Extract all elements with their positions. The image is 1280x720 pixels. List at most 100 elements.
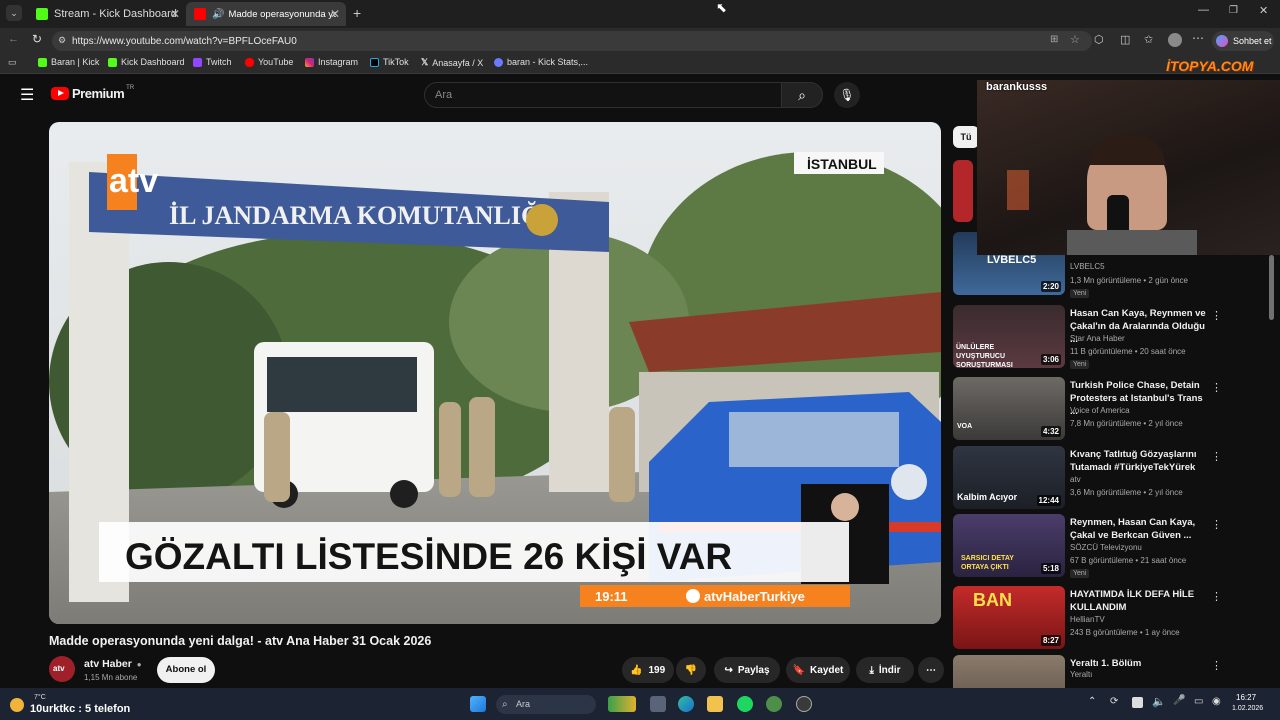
obs-icon[interactable] [796, 696, 812, 712]
channel-name[interactable]: SÖZCÜ Televizyonu [1070, 543, 1142, 552]
tab-youtube-video[interactable]: 🔊 Madde operasyonunda yeni dalga ✕ [186, 2, 346, 26]
new-tab-icon[interactable]: + [353, 5, 361, 21]
file-explorer-icon[interactable] [707, 696, 723, 712]
split-screen-icon[interactable]: ◫ [1120, 33, 1130, 46]
refresh-icon[interactable]: ↻ [32, 32, 42, 46]
clock-date[interactable]: 1.02.2026 [1232, 705, 1263, 712]
filter-chip[interactable]: Tü [953, 126, 979, 148]
bookmark-twitch[interactable]: Twitch [193, 57, 232, 67]
address-bar[interactable]: ⚙ https://www.youtube.com/watch?v=BPFLOc… [52, 31, 1092, 51]
tab-kick-dashboard[interactable]: Stream - Kick Dashboard ✕ [28, 2, 186, 26]
bookmark-kick-stats[interactable]: baran - Kick Stats,... [494, 57, 588, 67]
video-player[interactable]: İL JANDARMA KOMUTANLIĞI atv İSTANBUL GÖZ… [49, 122, 941, 624]
tray-app-icon[interactable] [1132, 697, 1143, 708]
back-icon[interactable]: ← [8, 33, 19, 45]
save-button[interactable]: 🔖 Kaydet [786, 657, 850, 683]
profile-avatar[interactable] [1168, 33, 1182, 47]
channel-name[interactable]: atv [1070, 475, 1081, 484]
sidebar-toggle-icon[interactable]: ▭ [8, 57, 17, 68]
video-thumbnail[interactable]: BAN 8:27 [953, 586, 1065, 649]
start-icon[interactable] [470, 696, 486, 712]
tray-chevron-icon[interactable]: ⌃ [1088, 696, 1096, 707]
more-options-icon[interactable]: ⋮ [1211, 659, 1222, 672]
video-title[interactable]: Kıvanç Tatlıtuğ Gözyaşlarını Tutamadı #T… [1070, 448, 1210, 474]
bookmark-tiktok[interactable]: TikTok [370, 57, 409, 67]
close-tab-icon[interactable]: ✕ [330, 7, 340, 21]
edge-icon[interactable] [678, 696, 694, 712]
more-options-icon[interactable]: ⋮ [1211, 518, 1222, 531]
bookmark-kick-dashboard[interactable]: Kick Dashboard [108, 57, 185, 67]
video-thumbnail[interactable]: ÜNLÜLERE UYUŞTURUCU SORUŞTURMASI 3:06 [953, 305, 1065, 368]
close-window-icon[interactable]: ✕ [1259, 4, 1268, 17]
like-button[interactable]: 👍 199 [622, 657, 674, 683]
list-item[interactable]: Yeraltı 1. Bölüm ⋮ Yeraltı [953, 655, 1273, 688]
extensions-icon[interactable]: ⬡ [1094, 33, 1104, 46]
taskbar-search[interactable]: ⌕ Ara [496, 695, 596, 714]
search-input[interactable]: Ara [424, 82, 782, 108]
channel-name[interactable]: HellianTV [1070, 615, 1105, 624]
tab-list-dropdown-icon[interactable]: ⌄ [6, 5, 22, 21]
site-info-icon[interactable]: ⚙ [58, 35, 66, 46]
video-thumbnail[interactable]: Kalbim Acıyor 12:44 [953, 446, 1065, 509]
voice-search-button[interactable]: 🎙 [834, 82, 860, 108]
hamburger-menu-icon[interactable]: ☰ [20, 85, 34, 105]
tray-sync-icon[interactable]: ⟳ [1110, 696, 1118, 707]
more-actions-button[interactable]: ⋯ [918, 657, 944, 683]
bookmark-instagram[interactable]: Instagram [305, 57, 358, 67]
youtube-logo[interactable]: Premium TR [51, 84, 135, 101]
region-label: TR [126, 84, 135, 91]
news-ticker[interactable]: 10urktkc : 5 telefon [30, 703, 130, 715]
list-item[interactable]: Kalbim Acıyor 12:44 Kıvanç Tatlıtuğ Gözy… [953, 446, 1273, 512]
video-title[interactable]: HAYATIMDA İLK DEFA HİLE KULLANDIM [1070, 588, 1210, 614]
video-title[interactable]: Yeraltı 1. Bölüm [1070, 657, 1210, 670]
list-item[interactable]: SARSICI DETAY ORTAYA ÇIKTI 5:18 Reynmen,… [953, 514, 1273, 580]
video-title[interactable]: Reynmen, Hasan Can Kaya, Çakal ve Berkca… [1070, 516, 1210, 542]
speaker-icon[interactable]: 🔊 [212, 9, 224, 20]
list-item[interactable]: ÜNLÜLERE UYUŞTURUCU SORUŞTURMASI 3:06 Ha… [953, 305, 1273, 371]
favorite-star-icon[interactable]: ☆ [1070, 33, 1080, 46]
address-row: ← ↻ ⚙ https://www.youtube.com/watch?v=BP… [0, 28, 1280, 54]
more-menu-icon[interactable]: ⋯ [1192, 31, 1204, 45]
more-options-icon[interactable]: ⋮ [1211, 309, 1222, 322]
partial-recommendation-thumb[interactable] [953, 160, 973, 222]
favorites-icon[interactable]: ✩ [1144, 33, 1153, 46]
channel-avatar[interactable]: atv [49, 656, 75, 682]
spotify-icon[interactable] [737, 696, 753, 712]
dislike-button[interactable]: 👎 [676, 657, 706, 683]
bookmark-youtube[interactable]: YouTube [245, 57, 293, 67]
clock-time[interactable]: 16:27 [1236, 693, 1256, 702]
channel-name[interactable]: Yeraltı [1070, 670, 1092, 679]
more-options-icon[interactable]: ⋮ [1211, 381, 1222, 394]
download-button[interactable]: ⤓ İndir [856, 657, 914, 683]
channel-name[interactable]: Star Ana Haber [1070, 334, 1125, 343]
install-app-icon[interactable]: ⊞ [1050, 34, 1058, 45]
bookmark-baran-kick[interactable]: Baran | Kick [38, 57, 99, 67]
task-view-icon[interactable] [650, 696, 666, 712]
subscribe-button[interactable]: Abone ol [157, 657, 215, 683]
mic-tray-icon[interactable]: 🎤 [1173, 695, 1185, 706]
weather-icon[interactable] [10, 698, 24, 712]
channel-name[interactable]: LVBELC5 [1070, 262, 1105, 271]
bookmark-x[interactable]: 𝕏 Anasayfa / X [421, 57, 483, 68]
copilot-button[interactable]: Sohbet et [1212, 31, 1274, 51]
channel-name[interactable]: Voice of America [1070, 406, 1130, 415]
share-button[interactable]: ↪ Paylaş [714, 657, 780, 683]
sidebar-scrollbar[interactable] [1269, 255, 1274, 320]
display-icon[interactable]: ▭ [1194, 696, 1203, 707]
video-thumbnail[interactable]: SARSICI DETAY ORTAYA ÇIKTI 5:18 [953, 514, 1065, 577]
network-icon[interactable]: ◉ [1212, 696, 1221, 707]
list-item[interactable]: VOA 4:32 Turkish Police Chase, Detain Pr… [953, 377, 1273, 443]
close-tab-icon[interactable]: ✕ [170, 7, 180, 21]
minimize-icon[interactable]: — [1198, 4, 1209, 16]
more-options-icon[interactable]: ⋮ [1211, 590, 1222, 603]
maximize-icon[interactable]: ❐ [1229, 5, 1238, 16]
video-thumbnail[interactable]: VOA 4:32 [953, 377, 1065, 440]
app-icon[interactable] [766, 696, 782, 712]
video-thumbnail[interactable] [953, 655, 1065, 688]
widgets-icon[interactable] [608, 696, 636, 712]
search-button[interactable]: ⌕ [781, 82, 823, 108]
list-item[interactable]: BAN 8:27 HAYATIMDA İLK DEFA HİLE KULLAND… [953, 586, 1273, 652]
more-options-icon[interactable]: ⋮ [1211, 450, 1222, 463]
volume-icon[interactable]: 🔈 [1152, 695, 1166, 708]
channel-name[interactable]: atv Haber ● [84, 658, 142, 670]
